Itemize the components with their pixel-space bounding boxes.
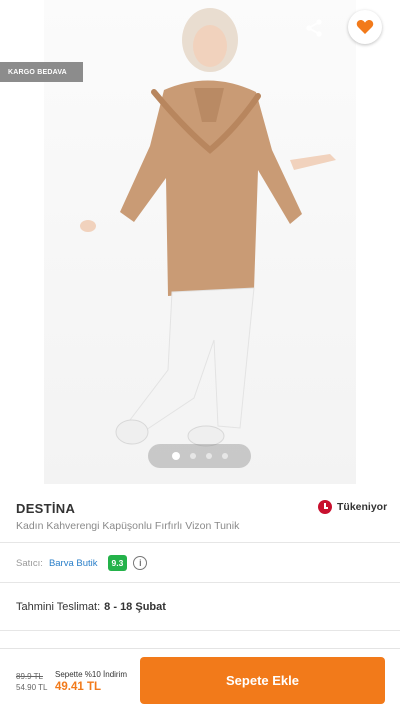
favorite-button[interactable]	[348, 10, 382, 44]
pagination-dot[interactable]	[205, 453, 212, 459]
back-button[interactable]	[14, 10, 50, 46]
product-image-gallery[interactable]: KARGO BEDAVA	[0, 0, 400, 484]
share-icon	[306, 19, 322, 37]
delivery-value: 8 - 18 Şubat	[104, 601, 166, 613]
pagination-dot[interactable]	[221, 453, 228, 459]
bottom-purchase-bar: 89.9 TL 54.90 TL Sepette %10 İndirim 49.…	[0, 648, 400, 711]
divider	[0, 582, 400, 583]
seller-link[interactable]: Barva Butik	[49, 558, 98, 569]
old-price: 89.9 TL	[16, 672, 43, 681]
free-shipping-badge: KARGO BEDAVA	[0, 62, 83, 82]
delivery-label: Tahmini Teslimat:	[16, 601, 101, 613]
clock-icon	[318, 500, 332, 514]
product-detail-page: KARGO BEDAVA DESTİNA Tükeniyor Kadın Kah…	[0, 0, 400, 711]
product-photo	[44, 0, 356, 484]
info-icon[interactable]: i	[133, 556, 148, 570]
seller-score-badge: 9.3	[107, 555, 128, 571]
product-photo-illustration	[80, 8, 336, 447]
share-button[interactable]	[296, 10, 332, 46]
seller-row: Satıcı: Barva Butik 9.3 i	[16, 555, 148, 571]
stock-status-label: Tükeniyor	[337, 501, 388, 513]
pagination-dot-active[interactable]	[171, 452, 180, 460]
divider	[0, 542, 400, 543]
divider	[0, 630, 400, 631]
current-price: 54.90 TL	[16, 683, 48, 692]
arrow-left-icon	[24, 20, 40, 36]
product-title: Kadın Kahverengi Kapüşonlu Fırfırlı Vizo…	[16, 520, 240, 532]
seller-label: Satıcı:	[16, 557, 43, 569]
image-pagination[interactable]	[148, 444, 251, 468]
stock-status: Tükeniyor	[318, 500, 387, 514]
product-brand[interactable]: DESTİNA	[16, 501, 75, 516]
add-to-cart-button[interactable]: Sepete Ekle	[140, 657, 385, 704]
delivery-estimate: Tahmini Teslimat: 8 - 18 Şubat	[16, 601, 166, 613]
pagination-dot[interactable]	[189, 453, 196, 459]
heart-icon	[356, 20, 374, 34]
image-top-bar	[0, 0, 400, 56]
promo-label: Sepette %10 İndirim	[55, 670, 128, 679]
promo-price: 49.41 TL	[55, 681, 102, 693]
